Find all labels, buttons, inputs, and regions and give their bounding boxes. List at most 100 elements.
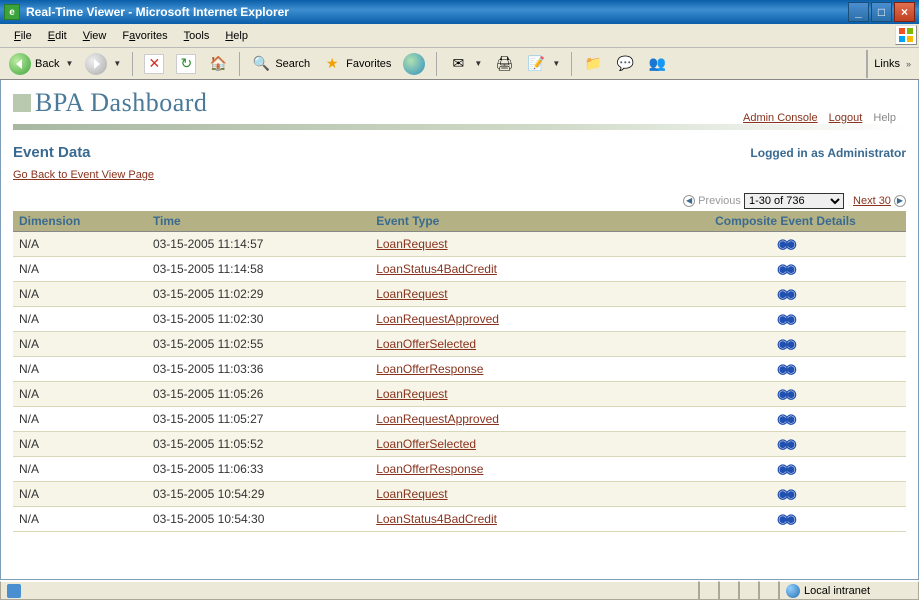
cell-details: ◉◉ (665, 332, 906, 357)
zone-label: Local intranet (804, 585, 870, 597)
home-icon: 🏠 (208, 54, 228, 74)
search-button[interactable]: 🔍 Search (246, 51, 315, 77)
details-icon[interactable]: ◉◉ (777, 286, 794, 302)
statusbar: Local intranet (0, 580, 919, 600)
forward-button[interactable]: ▼ (80, 50, 126, 78)
logout-link[interactable]: Logout (829, 112, 863, 124)
details-icon[interactable]: ◉◉ (777, 311, 794, 327)
media-button[interactable] (398, 50, 430, 78)
stop-button[interactable]: ✕ (139, 51, 169, 77)
menu-tools[interactable]: Tools (176, 28, 218, 44)
event-type-link[interactable]: LoanOfferResponse (376, 462, 483, 476)
next-link[interactable]: Next 30 (853, 195, 891, 207)
messenger-button[interactable]: 👥 (642, 51, 672, 77)
minimize-button[interactable]: _ (848, 2, 869, 22)
app-icon: e (4, 4, 20, 20)
cell-event-type: LoanOfferSelected (370, 332, 665, 357)
previous-link: Previous (698, 195, 741, 207)
details-icon[interactable]: ◉◉ (777, 436, 794, 452)
col-time: Time (147, 211, 370, 232)
help-link[interactable]: Help (873, 112, 896, 124)
event-type-link[interactable]: LoanOfferResponse (376, 362, 483, 376)
menu-help[interactable]: Help (217, 28, 256, 44)
home-button[interactable]: 🏠 (203, 51, 233, 77)
cell-time: 03-15-2005 11:14:57 (147, 232, 370, 257)
table-row: N/A03-15-2005 11:03:36LoanOfferResponse◉… (13, 357, 906, 382)
cell-event-type: LoanRequest (370, 282, 665, 307)
table-row: N/A03-15-2005 11:05:27LoanRequestApprove… (13, 407, 906, 432)
cell-time: 03-15-2005 11:05:52 (147, 432, 370, 457)
mail-icon: ✉ (448, 54, 468, 74)
back-button[interactable]: Back ▼ (4, 50, 78, 78)
event-type-link[interactable]: LoanRequest (376, 287, 447, 301)
next-icon[interactable]: ▶ (894, 195, 906, 207)
col-details: Composite Event Details (665, 211, 906, 232)
print-button[interactable]: 🖨 (489, 51, 519, 77)
separator (239, 52, 240, 76)
event-type-link[interactable]: LoanOfferSelected (376, 337, 476, 351)
stop-icon: ✕ (144, 54, 164, 74)
links-toolbar[interactable]: Links » (866, 50, 917, 78)
back-link-row: Go Back to Event View Page (13, 169, 906, 181)
details-icon[interactable]: ◉◉ (777, 336, 794, 352)
details-icon[interactable]: ◉◉ (777, 511, 794, 527)
cell-details: ◉◉ (665, 507, 906, 532)
edit-button[interactable]: 📝 ▼ (521, 51, 565, 77)
details-icon[interactable]: ◉◉ (777, 361, 794, 377)
section-header: Event Data Logged in as Administrator (13, 144, 906, 161)
favorites-button[interactable]: ★ Favorites (317, 51, 396, 77)
menu-favorites[interactable]: Favorites (114, 28, 175, 44)
separator (571, 52, 572, 76)
table-row: N/A03-15-2005 11:02:30LoanRequestApprove… (13, 307, 906, 332)
details-icon[interactable]: ◉◉ (777, 461, 794, 477)
separator (436, 52, 437, 76)
folder-button[interactable]: 📁 (578, 51, 608, 77)
event-type-link[interactable]: LoanStatus4BadCredit (376, 512, 497, 526)
status-panel (759, 581, 779, 600)
page-range-select[interactable]: 1-30 of 736 (744, 193, 844, 209)
event-type-link[interactable]: LoanRequestApproved (376, 412, 499, 426)
details-icon[interactable]: ◉◉ (777, 486, 794, 502)
details-icon[interactable]: ◉◉ (777, 411, 794, 427)
event-type-link[interactable]: LoanStatus4BadCredit (376, 262, 497, 276)
links-label: Links (874, 58, 900, 70)
refresh-button[interactable]: ↻ (171, 51, 201, 77)
maximize-button[interactable]: □ (871, 2, 892, 22)
close-button[interactable]: × (894, 2, 915, 22)
cell-dimension: N/A (13, 382, 147, 407)
menu-view[interactable]: View (75, 28, 115, 44)
status-panel (739, 581, 759, 600)
status-panel (719, 581, 739, 600)
discuss-button[interactable]: 💬 (610, 51, 640, 77)
cell-details: ◉◉ (665, 432, 906, 457)
details-icon[interactable]: ◉◉ (777, 261, 794, 277)
details-icon[interactable]: ◉◉ (777, 386, 794, 402)
folder-icon: 📁 (583, 54, 603, 74)
menu-file[interactable]: File (6, 28, 40, 44)
pager: ◀ Previous 1-30 of 736 Next 30 ▶ (13, 193, 906, 209)
mail-button[interactable]: ✉ ▼ (443, 51, 487, 77)
go-back-link[interactable]: Go Back to Event View Page (13, 169, 154, 181)
window-titlebar: e Real-Time Viewer - Microsoft Internet … (0, 0, 919, 24)
table-row: N/A03-15-2005 10:54:29LoanRequest◉◉ (13, 482, 906, 507)
back-label: Back (35, 58, 59, 70)
admin-console-link[interactable]: Admin Console (743, 112, 818, 124)
event-type-link[interactable]: LoanRequest (376, 487, 447, 501)
event-type-link[interactable]: LoanRequest (376, 387, 447, 401)
zone-icon (786, 584, 800, 598)
cell-time: 03-15-2005 11:03:36 (147, 357, 370, 382)
details-icon[interactable]: ◉◉ (777, 236, 794, 252)
event-type-link[interactable]: LoanRequestApproved (376, 312, 499, 326)
cell-time: 03-15-2005 10:54:29 (147, 482, 370, 507)
cell-dimension: N/A (13, 282, 147, 307)
menu-edit[interactable]: Edit (40, 28, 75, 44)
cell-event-type: LoanRequest (370, 232, 665, 257)
logo-text: BPA Dashboard (35, 88, 207, 118)
menubar: File Edit View Favorites Tools Help (0, 24, 919, 48)
event-type-link[interactable]: LoanRequest (376, 237, 447, 251)
event-type-link[interactable]: LoanOfferSelected (376, 437, 476, 451)
cell-time: 03-15-2005 11:06:33 (147, 457, 370, 482)
event-table: Dimension Time Event Type Composite Even… (13, 211, 906, 532)
refresh-icon: ↻ (176, 54, 196, 74)
favorites-label: Favorites (346, 58, 391, 70)
